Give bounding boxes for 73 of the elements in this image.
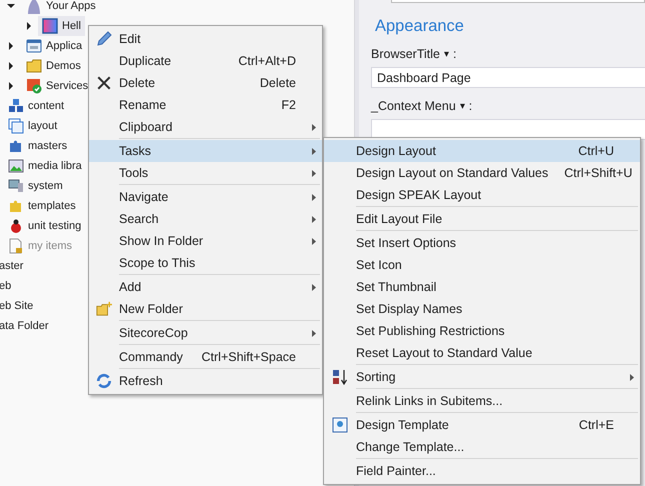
menu-item[interactable]: Add (89, 276, 322, 298)
bug-icon (8, 218, 24, 234)
menu-item[interactable]: Field Painter... (324, 460, 640, 482)
folder-icon (26, 58, 42, 74)
cubes-icon (8, 98, 24, 114)
menu-item[interactable]: Delete Delete (89, 72, 322, 94)
menu-item[interactable]: SitecoreCop (89, 322, 322, 344)
field-label: _Context Menu (371, 99, 456, 113)
tree-item[interactable]: Applica (46, 40, 82, 52)
puzzle-icon (8, 138, 24, 154)
menu-item[interactable]: Rename F2 (89, 94, 322, 116)
tree-item[interactable]: media libra (28, 160, 82, 172)
input-field[interactable]: Dashboard Page (371, 67, 645, 88)
menu-item[interactable]: Set Icon (324, 254, 640, 276)
expand-arrow-icon[interactable] (8, 42, 14, 50)
windows-icon (8, 118, 24, 134)
expand-arrow-icon[interactable] (8, 62, 14, 70)
tree-item[interactable]: layout (28, 120, 58, 132)
dropdown-mark[interactable]: ▾ (460, 100, 465, 112)
menu-item[interactable]: Edit Layout File (324, 208, 640, 230)
puzzle-icon (8, 198, 24, 214)
menu-item[interactable]: Clipboard (89, 116, 322, 138)
menu-item[interactable]: Scope to This (89, 252, 322, 274)
menu-item[interactable]: Sorting (324, 366, 640, 388)
tree-item[interactable]: Your Apps (46, 0, 96, 12)
menu-item[interactable]: Tools (89, 162, 322, 184)
menu-item[interactable]: Design SPEAK Layout (324, 184, 640, 206)
tree-item[interactable]: content (28, 100, 64, 112)
locked-document-icon (8, 238, 24, 254)
menu-item[interactable]: Tasks (89, 140, 322, 162)
web-page-icon (332, 417, 348, 433)
menu-item[interactable]: Edit (89, 28, 322, 50)
image-icon (8, 158, 24, 174)
menu-item[interactable]: Show In Folder (89, 230, 322, 252)
section-title: Appearance (375, 17, 464, 36)
dropdown-mark[interactable]: ▾ (444, 48, 449, 60)
menu-item[interactable]: Set Display Names (324, 298, 640, 320)
window-icon (26, 38, 42, 54)
tree-item[interactable]: masters (28, 140, 68, 152)
tree-item[interactable]: Demos (46, 60, 81, 72)
menu-item[interactable]: Change Template... (324, 436, 640, 458)
menu-item[interactable]: Relink Links in Subitems... (324, 390, 640, 412)
menu-item[interactable]: Refresh (89, 370, 322, 392)
menu-item[interactable]: Design Layout on Standard Values Ctrl+Shift+U (324, 162, 640, 184)
spire-icon (26, 0, 42, 14)
tree-item[interactable]: system (28, 180, 63, 192)
menu-item[interactable]: Commandy Ctrl+Shift+Space (89, 346, 322, 368)
tree-item[interactable]: templates (28, 200, 76, 212)
menu-item[interactable]: Search (89, 208, 322, 230)
menu-item[interactable]: Design Layout Ctrl+U (324, 140, 640, 162)
menu-item[interactable]: Reset Layout to Standard Value (324, 342, 640, 364)
gradient-square-icon (42, 18, 58, 34)
sort-icon (332, 369, 348, 385)
close-icon (96, 75, 112, 91)
collapse-arrow-icon[interactable] (7, 3, 15, 9)
tree-item[interactable]: unit testing (28, 220, 82, 232)
expand-arrow-icon[interactable] (26, 22, 32, 30)
menu-item[interactable]: Navigate (89, 186, 322, 208)
tree-item[interactable]: Services (46, 80, 88, 92)
pencil-icon (96, 31, 112, 47)
menu-item[interactable]: Set Insert Options (324, 232, 640, 254)
field-label: BrowserTitle (371, 47, 440, 61)
colon: : (468, 99, 472, 113)
menu-item[interactable]: Design Template Ctrl+E (324, 414, 640, 436)
new-folder-icon (96, 301, 112, 317)
refresh-icon (96, 373, 112, 389)
menu-item[interactable]: Set Thumbnail (324, 276, 640, 298)
menu-item[interactable]: Set Publishing Restrictions (324, 320, 640, 342)
expand-arrow-icon[interactable] (8, 82, 14, 90)
computer-icon (8, 178, 24, 194)
menu-item[interactable]: Duplicate Ctrl+Alt+D (89, 50, 322, 72)
menu-item[interactable]: New Folder (89, 298, 322, 320)
colon: : (453, 47, 456, 61)
